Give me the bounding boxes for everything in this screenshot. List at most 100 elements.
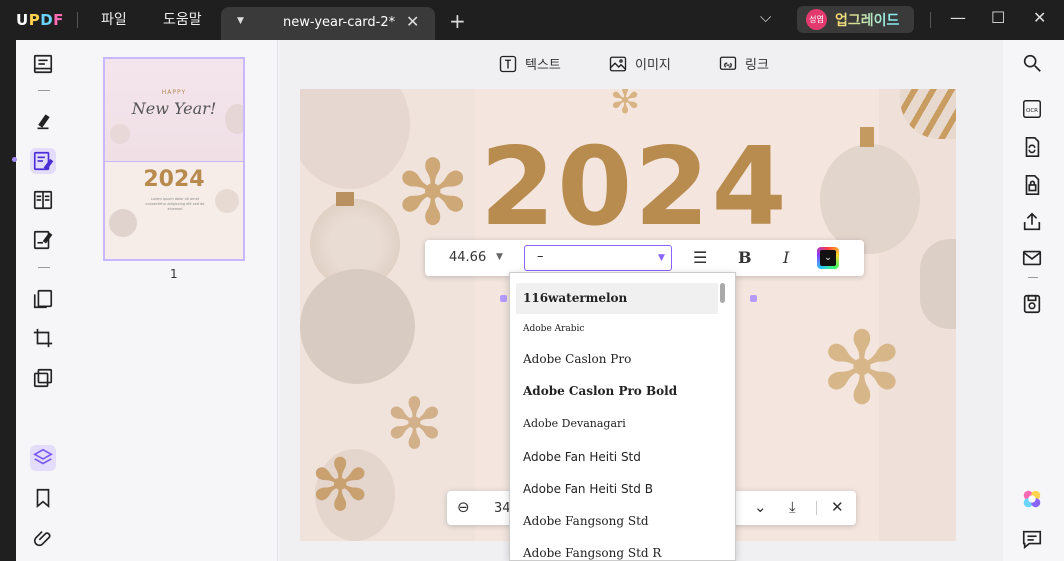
close-zoom-bar-icon[interactable]: ✕ [831,498,844,516]
right-toolbar: OCR [1004,40,1064,561]
snowflake-icon: ✻ [385,383,444,465]
attachment-icon[interactable] [30,525,56,551]
italic-button[interactable]: I [783,248,789,267]
snowflake-icon: ✻ [610,89,641,122]
add-text-tool[interactable]: 텍스트 [499,54,561,73]
thumb-body: Lorem ipsum dolor sit amet consectetur a… [145,197,205,211]
text-format-toolbar: 44.66 ▼ – ▼ ☰ B I ⌄ [425,240,864,276]
align-left-icon[interactable]: ☰ [693,248,707,267]
share-icon[interactable] [1021,211,1045,235]
year-title[interactable]: 2024 [480,134,789,242]
next-page-icon[interactable]: ⌄ [754,498,767,516]
email-icon[interactable] [1021,247,1045,271]
comment-icon[interactable] [1021,528,1045,552]
save-icon[interactable] [1021,293,1045,317]
font-size-dropdown-icon[interactable]: ▼ [496,252,503,262]
font-family-value: – [537,249,544,264]
chevron-down-icon[interactable]: ⌵ [760,8,771,26]
text-selection-handle[interactable] [750,295,757,302]
active-indicator [12,157,17,162]
upgrade-button[interactable]: 성엽 업그레이드 [797,6,914,33]
maximize-icon[interactable]: ☐ [991,8,1005,27]
text-selection-handle[interactable] [500,295,507,302]
font-family-dropdown: 116watermelon Adobe Arabic Adobe Caslon … [509,272,736,561]
divider [930,12,931,28]
ornament-ball [820,144,920,254]
menu-help[interactable]: 도움말 [163,9,202,29]
thumbnail-panel: HAPPY New Year! 2024 Lorem ipsum dolor s… [72,40,278,561]
text-icon [499,55,517,73]
text-color-button[interactable]: ⌄ [817,247,839,269]
font-option[interactable]: Adobe Caslon Pro Bold [510,376,720,407]
close-tab-icon[interactable]: ✕ [406,12,419,31]
add-image-tool[interactable]: 이미지 [609,54,671,73]
font-option[interactable]: Adobe Fan Heiti Std B [510,474,720,505]
left-toolbar [16,40,72,561]
image-icon [609,55,627,73]
thumb-ornament [109,209,137,237]
updf-logo: UPDF [16,11,64,29]
ornament-cap [336,192,354,206]
tab-title: new-year-card-2* [283,15,396,30]
divider [38,267,50,268]
ocr-icon[interactable]: OCR [1021,98,1045,122]
avatar: 성엽 [806,9,827,30]
upgrade-label: 업그레이드 [835,10,899,30]
reader-icon[interactable] [30,51,56,77]
page-thumbnail[interactable]: HAPPY New Year! 2024 Lorem ipsum dolor s… [103,57,245,261]
ai-assistant-icon[interactable] [1021,488,1045,512]
dropdown-scrollbar[interactable] [720,283,725,303]
snowflake-icon: ✻ [395,141,471,246]
font-option[interactable]: Adobe Devanagari [510,408,720,439]
thumb-ornament [110,124,130,144]
tab-dropdown-icon[interactable]: ▼ [237,16,244,26]
divider [816,501,817,515]
thumb-ornament [215,189,239,213]
font-size-value[interactable]: 44.66 [449,250,486,265]
highlighter-icon[interactable] [30,108,56,134]
font-option[interactable]: Adobe Fan Heiti Std [510,442,720,473]
bookmark-icon[interactable] [30,485,56,511]
document-tab[interactable]: ▼ new-year-card-2* ✕ [221,7,435,40]
font-option[interactable]: 116watermelon [516,283,718,314]
bold-button[interactable]: B [738,248,752,267]
minimize-icon[interactable]: — [950,8,966,27]
font-option[interactable]: Adobe Arabic [510,314,720,345]
snowflake-icon: ✻ [310,443,371,527]
font-option[interactable]: Adobe Fangsong Std R [510,538,720,560]
svg-text:OCR: OCR [1026,108,1038,114]
font-option[interactable]: Adobe Fangsong Std [510,506,720,537]
font-family-select[interactable]: – ▼ [524,245,672,271]
font-option[interactable]: Adobe Caslon Pro [510,344,720,375]
compare-icon[interactable] [30,365,56,391]
form-icon[interactable] [30,227,56,253]
layers-icon[interactable] [30,445,56,471]
convert-icon[interactable] [1021,136,1045,160]
divider [77,12,78,28]
divider [38,90,50,91]
snowflake-icon: ✻ [820,310,904,427]
chevron-down-icon: ▼ [658,253,665,263]
divider [1028,277,1038,278]
last-page-icon[interactable]: ⤓ [789,498,796,516]
search-icon[interactable] [1021,52,1045,76]
add-link-tool[interactable]: 링크 [719,54,769,73]
ornament-ball [920,239,956,329]
protect-icon[interactable] [1021,174,1045,198]
page-number: 1 [170,267,178,281]
ornament-cap [860,127,874,147]
thumb-newyear: New Year! [131,99,217,118]
thumb-happy: HAPPY [161,89,187,96]
edit-pdf-icon[interactable] [30,148,56,174]
title-bar: UPDF 파일 도움말 ▼ new-year-card-2* ✕ + ⌵ 성엽 … [0,0,1064,40]
new-tab-icon[interactable]: + [449,9,466,33]
close-window-icon[interactable]: ✕ [1033,8,1046,27]
link-icon [719,55,737,73]
organize-pages-icon[interactable] [30,286,56,312]
page-layout-icon[interactable] [30,187,56,213]
menu-file[interactable]: 파일 [101,9,127,29]
zoom-out-icon[interactable]: ⊖ [457,498,470,516]
crop-icon[interactable] [30,325,56,351]
ornament-ball-large [300,269,415,384]
thumb-year: 2024 [143,167,205,192]
